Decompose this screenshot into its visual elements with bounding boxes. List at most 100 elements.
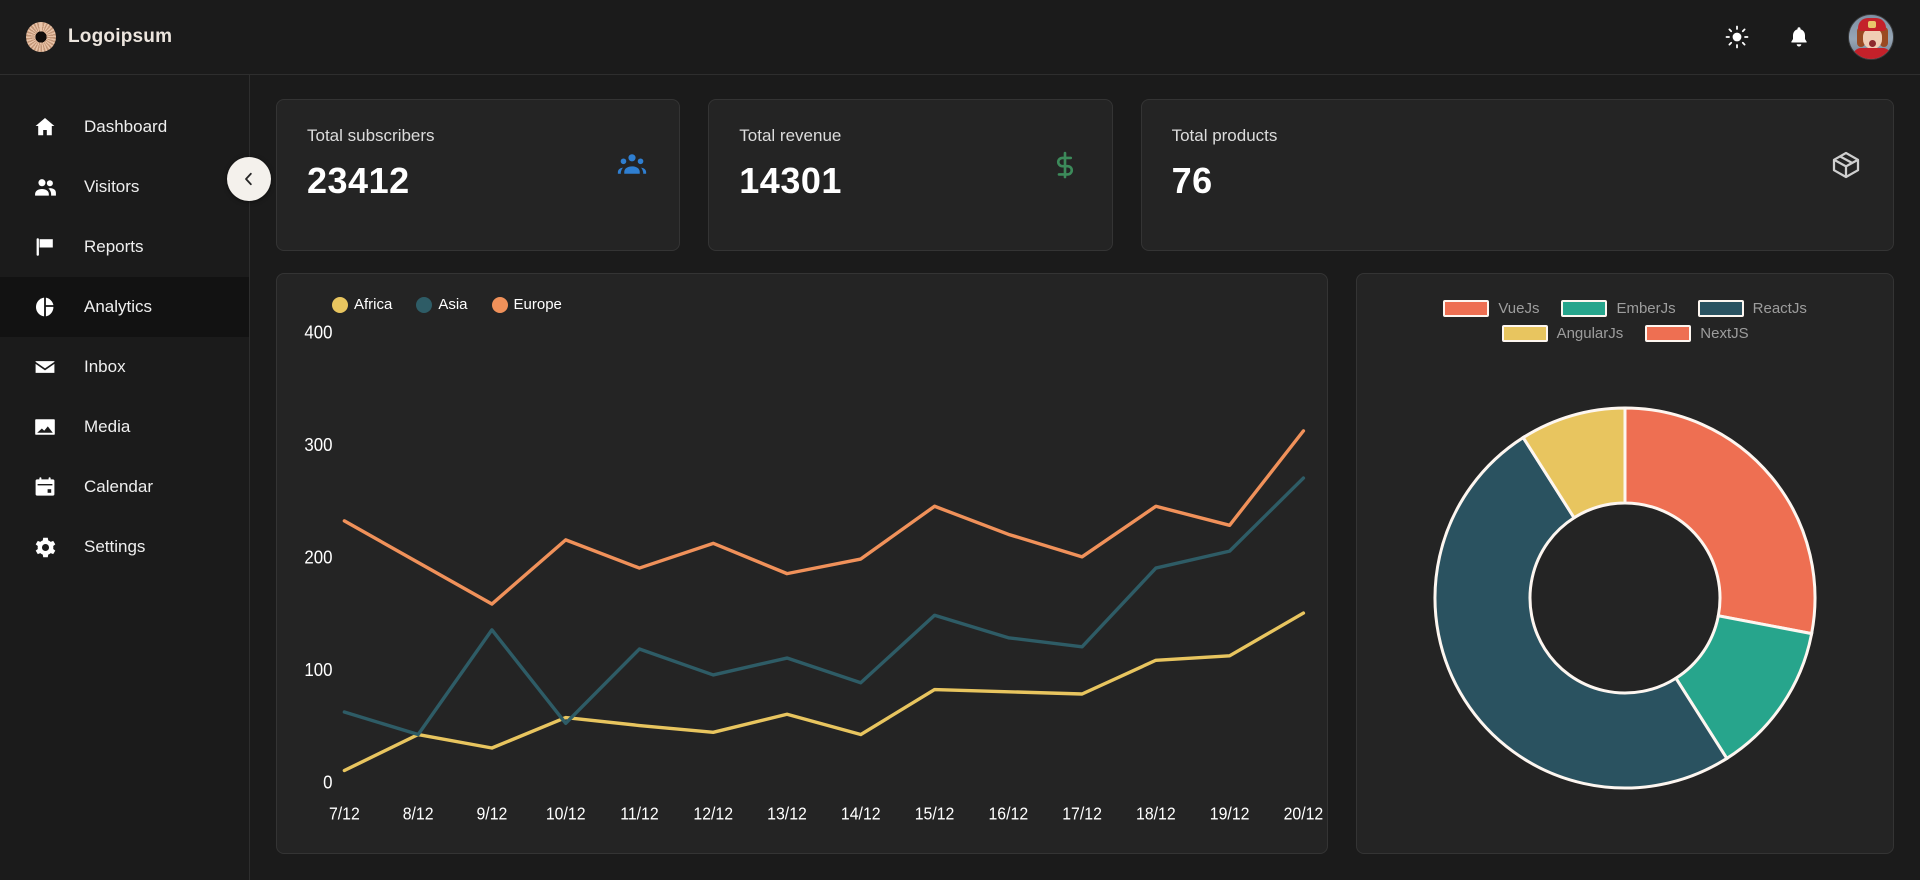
y-axis-tick: 300 bbox=[304, 434, 332, 455]
sidebar-item-calendar[interactable]: Calendar bbox=[0, 457, 249, 517]
legend-label: Africa bbox=[354, 296, 393, 313]
line-chart-panel: Africa Asia Europe 0 100 200 300 400 7/12 8/12… bbox=[276, 273, 1329, 854]
sidebar-item-label: Reports bbox=[84, 237, 144, 256]
sidebar-item-label: Visitors bbox=[84, 177, 140, 196]
brand[interactable]: Logoipsum bbox=[26, 22, 172, 52]
donut-chart-panel: VueJs EmberJs ReactJs AngularJs NextJS bbox=[1356, 273, 1894, 854]
legend-label: ReactJs bbox=[1752, 300, 1807, 317]
y-axis-tick: 400 bbox=[304, 322, 332, 343]
stat-value: 23412 bbox=[307, 160, 410, 201]
x-axis-tick: 11/12 bbox=[620, 804, 658, 824]
y-axis-tick: 200 bbox=[304, 547, 332, 568]
line-chart-legend: Africa Asia Europe bbox=[332, 296, 562, 313]
calendar-icon bbox=[32, 474, 58, 500]
legend-item-nextjs[interactable]: NextJS bbox=[1645, 325, 1749, 342]
x-axis-tick: 14/12 bbox=[841, 804, 881, 824]
sidebar-item-visitors[interactable]: Visitors bbox=[0, 157, 249, 217]
sidebar-item-dashboard[interactable]: Dashboard bbox=[0, 97, 249, 157]
legend-swatch bbox=[1443, 300, 1490, 317]
sidebar-item-label: Inbox bbox=[84, 357, 126, 376]
x-axis-tick: 13/12 bbox=[767, 804, 807, 824]
legend-label: VueJs bbox=[1498, 300, 1540, 317]
sidebar-item-analytics[interactable]: Analytics bbox=[0, 277, 249, 337]
sidebar-item-label: Dashboard bbox=[84, 117, 168, 136]
x-axis-tick: 16/12 bbox=[988, 804, 1028, 824]
stat-label: Total subscribers bbox=[307, 126, 435, 145]
sidebar-item-label: Media bbox=[84, 417, 131, 436]
legend-item-reactjs[interactable]: ReactJs bbox=[1697, 300, 1807, 317]
legend-label: AngularJs bbox=[1556, 325, 1624, 342]
pie-chart-icon bbox=[32, 294, 58, 320]
legend-item-vuejs[interactable]: VueJs bbox=[1443, 300, 1539, 317]
sidebar-item-reports[interactable]: Reports bbox=[0, 217, 249, 277]
donut-slice-vuejs[interactable] bbox=[1623, 405, 1817, 635]
x-axis-tick: 19/12 bbox=[1210, 804, 1250, 824]
gear-icon bbox=[32, 534, 58, 560]
legend-label: Asia bbox=[438, 296, 468, 313]
x-axis-tick: 17/12 bbox=[1062, 804, 1102, 824]
stat-value: 76 bbox=[1171, 160, 1213, 201]
stat-label: Total products bbox=[1171, 126, 1278, 145]
x-axis-tick: 9/12 bbox=[476, 804, 507, 824]
x-axis-tick: 12/12 bbox=[693, 804, 733, 824]
main-content: Total subscribers 23412 Total revenue 14… bbox=[250, 75, 1920, 880]
x-axis-tick: 10/12 bbox=[546, 804, 586, 824]
stat-value: 14301 bbox=[739, 160, 842, 201]
stats-row: Total subscribers 23412 Total revenue 14… bbox=[276, 99, 1894, 251]
legend-swatch bbox=[416, 296, 433, 313]
sidebar-item-label: Calendar bbox=[84, 477, 153, 496]
flag-icon bbox=[32, 234, 58, 260]
stat-card-total-subscribers[interactable]: Total subscribers 23412 bbox=[276, 99, 681, 251]
donut-chart-legend: VueJs EmberJs ReactJs AngularJs NextJS bbox=[1425, 300, 1825, 342]
donut-chart-plot-wrap bbox=[1357, 342, 1893, 853]
legend-swatch bbox=[1561, 300, 1608, 317]
sidebar-item-label: Analytics bbox=[84, 297, 153, 316]
donut-chart-plot bbox=[1433, 405, 1817, 789]
line-chart-plot: 0 100 200 300 400 7/12 8/12 9/12 10/12 11/12 12/12… bbox=[304, 322, 1324, 824]
x-axis-tick: 20/12 bbox=[1284, 804, 1324, 824]
x-axis-tick: 7/12 bbox=[329, 804, 360, 824]
people-icon bbox=[32, 174, 58, 200]
legend-item-africa[interactable]: Africa bbox=[332, 296, 392, 313]
legend-swatch bbox=[332, 296, 348, 313]
stat-card-total-products[interactable]: Total products 76 bbox=[1140, 99, 1894, 251]
legend-item-angularjs[interactable]: AngularJs bbox=[1501, 325, 1624, 342]
x-axis-tick: 18/12 bbox=[1136, 804, 1176, 824]
legend-label: EmberJs bbox=[1616, 300, 1676, 317]
envelope-icon bbox=[32, 354, 58, 380]
legend-item-europe[interactable]: Europe bbox=[491, 296, 562, 313]
avatar[interactable] bbox=[1848, 14, 1894, 60]
legend-swatch bbox=[1645, 325, 1692, 342]
stat-card-total-revenue[interactable]: Total revenue 14301 bbox=[708, 99, 1113, 251]
home-icon bbox=[32, 114, 58, 140]
y-axis-tick: 0 bbox=[323, 772, 332, 793]
line-series-europe bbox=[344, 431, 1303, 604]
legend-label: NextJS bbox=[1700, 325, 1749, 342]
sidebar-item-settings[interactable]: Settings bbox=[0, 517, 249, 577]
legend-item-emberjs[interactable]: EmberJs bbox=[1561, 300, 1676, 317]
group-people-icon bbox=[615, 148, 649, 182]
top-bar-actions bbox=[1724, 14, 1894, 60]
legend-swatch bbox=[1501, 325, 1548, 342]
legend-swatch bbox=[491, 296, 508, 313]
x-axis-tick: 8/12 bbox=[403, 804, 434, 824]
sidebar-item-media[interactable]: Media bbox=[0, 397, 249, 457]
sidebar: Dashboard Visitors Reports Analytics Inb… bbox=[0, 75, 271, 880]
sunburst-logo-icon bbox=[26, 22, 56, 52]
sun-icon[interactable] bbox=[1724, 24, 1750, 50]
sidebar-item-label: Settings bbox=[84, 537, 146, 556]
image-icon bbox=[32, 414, 58, 440]
bell-icon[interactable] bbox=[1786, 24, 1812, 50]
top-bar: Logoipsum bbox=[0, 0, 1920, 75]
x-axis-tick: 15/12 bbox=[915, 804, 955, 824]
dollar-icon bbox=[1048, 148, 1082, 182]
sidebar-collapse-button[interactable] bbox=[227, 157, 271, 201]
legend-swatch bbox=[1697, 300, 1744, 317]
charts-row: Africa Asia Europe 0 100 200 300 400 7/12 8/12… bbox=[276, 273, 1894, 880]
brand-name: Logoipsum bbox=[68, 26, 173, 47]
sidebar-item-inbox[interactable]: Inbox bbox=[0, 337, 249, 397]
legend-label: Europe bbox=[513, 296, 562, 313]
legend-item-asia[interactable]: Asia bbox=[416, 296, 468, 313]
y-axis-tick: 100 bbox=[304, 659, 332, 680]
line-series-asia bbox=[344, 478, 1303, 734]
